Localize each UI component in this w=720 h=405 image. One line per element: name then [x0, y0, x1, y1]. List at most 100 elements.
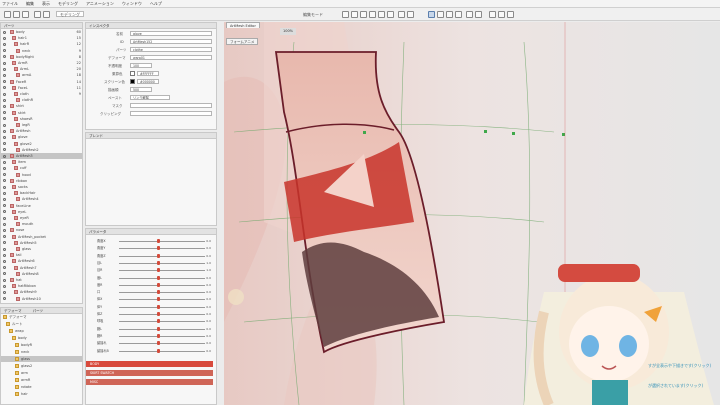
visibility-eye-icon[interactable] [3, 166, 6, 170]
parameter-slider-knob[interactable] [157, 275, 160, 280]
parameter-slider-knob[interactable] [157, 246, 160, 251]
parameter-row[interactable]: 眉L 0.0 [86, 275, 213, 282]
part-row[interactable]: glove [1, 134, 82, 140]
part-row[interactable]: legR [1, 122, 82, 128]
part-row[interactable]: item [1, 159, 82, 165]
part-row[interactable]: mouth [1, 221, 82, 227]
visibility-eye-icon[interactable] [3, 259, 6, 263]
brush-icon[interactable] [466, 11, 473, 18]
parameter-slider-knob[interactable] [157, 290, 160, 295]
visibility-eye-icon[interactable] [3, 92, 6, 96]
visibility-eye-icon[interactable] [3, 104, 6, 108]
warp-icon[interactable] [446, 11, 453, 18]
visibility-eye-icon[interactable] [3, 197, 6, 201]
menu-help[interactable]: ヘルプ [150, 1, 162, 7]
save-icon[interactable] [22, 11, 29, 18]
visibility-eye-icon[interactable] [3, 185, 6, 189]
deformer-row[interactable]: hair [1, 391, 82, 397]
part-row[interactable]: faceLine [1, 203, 82, 209]
part-row[interactable]: armA 18 [1, 72, 82, 78]
deformer-row[interactable]: neck [1, 349, 82, 355]
parameter-slider-knob[interactable] [157, 239, 160, 243]
deformer-select[interactable]: warp01 [130, 55, 212, 60]
parts-tab[interactable]: パーツ [33, 309, 43, 313]
part-row[interactable]: nose [1, 227, 82, 233]
part-row[interactable]: hood [1, 172, 82, 178]
parameter-slider-track[interactable] [119, 314, 205, 315]
parameter-slider-knob[interactable] [157, 304, 160, 309]
opacity-field[interactable]: 100 [130, 63, 152, 68]
multiply-color-field[interactable]: #FFFFFF [137, 71, 159, 76]
parameter-slider-track[interactable] [119, 284, 205, 286]
parameter-row[interactable]: 目L 1.0 [86, 260, 213, 267]
visibility-eye-icon[interactable] [3, 235, 6, 239]
screen-color-swatch[interactable] [130, 79, 135, 84]
multiply-color-swatch[interactable] [130, 71, 135, 76]
parameter-slider-knob[interactable] [157, 253, 160, 258]
part-row[interactable]: glove2 [1, 141, 82, 147]
visibility-eye-icon[interactable] [3, 42, 6, 46]
parameter-row[interactable]: 腕L 0.0 [86, 326, 213, 333]
menu-animation[interactable]: アニメーション [86, 1, 114, 7]
part-row[interactable]: ArtMesh9 [1, 289, 82, 295]
part-row[interactable]: hatRibbon [1, 283, 82, 289]
part-row[interactable]: bodyRight 8 [1, 54, 82, 60]
part-row[interactable]: ArtMesh4 [1, 196, 82, 202]
parameter-group-header[interactable]: BODY [86, 361, 213, 367]
open-file-icon[interactable] [13, 11, 20, 18]
rotate-tool-icon[interactable] [351, 11, 358, 18]
parameter-row[interactable]: 髪揺れ 0.0 [86, 340, 213, 347]
deformer-row[interactable]: ルート [1, 321, 82, 327]
screen-color-field[interactable]: #000000 [137, 79, 159, 84]
visibility-eye-icon[interactable] [3, 173, 6, 177]
visibility-eye-icon[interactable] [3, 123, 6, 127]
deformer-row[interactable]: デフォーマ [1, 314, 82, 320]
parameter-row[interactable]: 体Y 0.0 [86, 304, 213, 311]
deformer-row[interactable]: bodyR [1, 342, 82, 348]
part-row[interactable]: ArtMesh6 [1, 258, 82, 264]
visibility-eye-icon[interactable] [3, 135, 6, 139]
parts-select[interactable]: clothe [130, 47, 212, 52]
part-row[interactable]: glass [1, 246, 82, 252]
visibility-eye-icon[interactable] [3, 61, 6, 65]
part-row[interactable]: ArtMesh7 [1, 265, 82, 271]
menu-window[interactable]: ウィンドウ [122, 1, 142, 7]
part-row[interactable]: body 60 [1, 29, 82, 35]
deformer-tab[interactable]: デフォーマ [4, 309, 22, 313]
part-row[interactable]: hat [1, 277, 82, 283]
parameter-slider-track[interactable] [119, 328, 205, 330]
parameter-slider-track[interactable] [119, 292, 205, 294]
part-row[interactable]: hair1 15 [1, 35, 82, 41]
part-row[interactable]: eyeL [1, 209, 82, 215]
deformer-row[interactable]: armR [1, 377, 82, 383]
parameter-row[interactable]: 口 0.0 [86, 289, 213, 296]
clipping-field[interactable] [130, 111, 212, 116]
part-row[interactable]: eyeR [1, 215, 82, 221]
visibility-eye-icon[interactable] [3, 253, 6, 257]
part-row[interactable]: hairR 12 [1, 41, 82, 47]
visibility-eye-icon[interactable] [3, 154, 6, 158]
parameter-row[interactable]: 髪揺れB 0.0 [86, 348, 213, 355]
visibility-eye-icon[interactable] [3, 204, 6, 208]
visibility-eye-icon[interactable] [3, 284, 6, 288]
part-row[interactable]: shoesR [1, 116, 82, 122]
visibility-eye-icon[interactable] [3, 272, 6, 276]
parameter-slider-track[interactable] [119, 335, 205, 337]
visibility-eye-icon[interactable] [3, 129, 6, 133]
menu-edit[interactable]: 編集 [26, 1, 34, 7]
visibility-eye-icon[interactable] [3, 142, 6, 146]
parameter-slider-track[interactable] [119, 306, 205, 308]
part-row[interactable]: ArmR 22 [1, 60, 82, 66]
parameter-slider-track[interactable] [119, 270, 205, 272]
parameter-slider-knob[interactable] [157, 282, 160, 287]
mesh-tool-icon[interactable] [369, 11, 376, 18]
brush-tool-icon[interactable] [407, 11, 414, 18]
deformer-row[interactable]: body [1, 335, 82, 341]
redo-icon[interactable] [43, 11, 50, 18]
menu-file[interactable]: ファイル [2, 1, 18, 7]
parameter-row[interactable]: 角度X 0.0 [86, 238, 213, 245]
canvas-viewport[interactable]: ArtMesh Editor フォームアニメ 100% すが全表示や下描きです(… [224, 22, 720, 405]
part-row[interactable]: socks [1, 184, 82, 190]
visibility-eye-icon[interactable] [3, 247, 6, 251]
visibility-eye-icon[interactable] [3, 222, 6, 226]
